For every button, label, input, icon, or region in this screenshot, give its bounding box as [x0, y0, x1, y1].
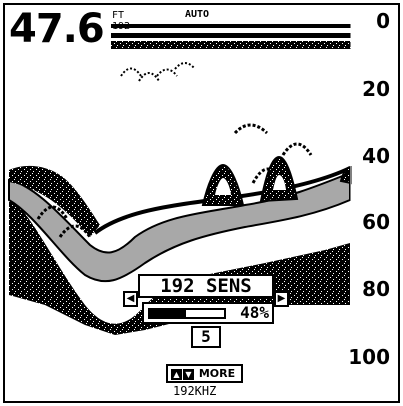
- surface-clutter: [111, 41, 351, 49]
- depth-scale-label: 80: [362, 277, 390, 301]
- depth-scale-label: 60: [362, 210, 390, 234]
- sensitivity-slider-fill: [150, 310, 186, 317]
- decrease-sensitivity-button[interactable]: ◀: [123, 291, 138, 307]
- more-options-button[interactable]: ▲ ▼ MORE: [166, 364, 243, 383]
- arrow-up-icon: ▲: [171, 368, 182, 380]
- surface-band-top: [111, 24, 351, 28]
- depth-scale-label: 20: [362, 77, 390, 101]
- arrow-left-icon: ◀: [126, 293, 135, 304]
- sensitivity-title: 192 SENS: [138, 274, 274, 298]
- depth-unit: FT: [112, 10, 125, 21]
- arrow-down-icon: ▼: [183, 368, 194, 380]
- depth-scale-label: 0: [376, 9, 390, 33]
- depth-scale-label: 100: [348, 345, 390, 369]
- frequency-indicator: 192: [112, 21, 131, 32]
- sensitivity-step-value: 5: [191, 326, 221, 348]
- depth-readout: 47.6: [9, 6, 105, 52]
- sonar-display: 47.6 FT 192 AUTO 0 20 40 60 80 100 192 S…: [3, 3, 400, 403]
- sensitivity-percent: 48%: [240, 303, 269, 322]
- increase-sensitivity-button[interactable]: ▶: [274, 291, 289, 307]
- mode-label: AUTO: [185, 9, 210, 20]
- surface-band-mid: [111, 33, 351, 38]
- depth-scale-label: 40: [362, 144, 390, 168]
- sensitivity-level-row: 48%: [142, 302, 274, 324]
- arrow-right-icon: ▶: [277, 293, 286, 304]
- surface-arcs: [120, 62, 196, 82]
- sensitivity-slider[interactable]: [148, 308, 226, 319]
- more-label: MORE: [198, 367, 236, 380]
- frequency-footer: 192KHZ: [173, 384, 217, 398]
